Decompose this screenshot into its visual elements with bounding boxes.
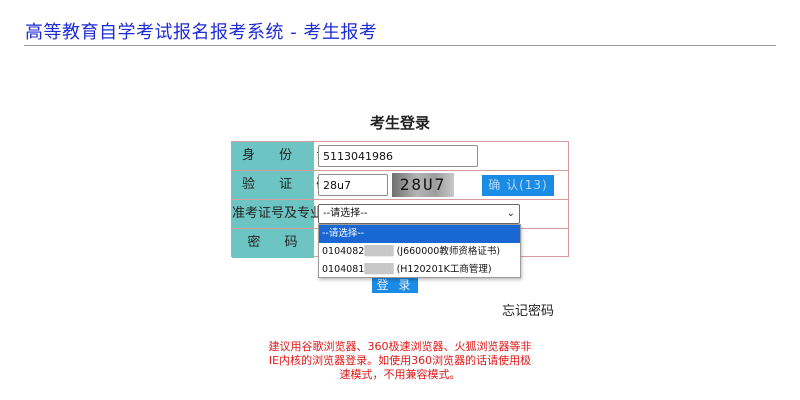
- dropdown-option[interactable]: 0104082████ (J660000教师资格证书): [319, 243, 520, 261]
- id-label: 身 份 证: [232, 142, 329, 170]
- option-major: (H120201K工商管理): [396, 264, 492, 275]
- cert-dropdown-list: --请选择-- 0104082████ (J660000教师资格证书) 0104…: [318, 224, 521, 278]
- id-row: 身 份 证: [232, 142, 568, 171]
- option-number: 0104081: [322, 264, 365, 275]
- id-card-input[interactable]: [318, 145, 478, 167]
- browser-notice: 建议用谷歌浏览器、360极速浏览器、火狐浏览器等非IE内核的浏览器登录。如使用3…: [268, 340, 532, 381]
- code-label: 验 证 码: [232, 171, 329, 199]
- cert-select[interactable]: --请选择-- ⌄: [318, 204, 520, 224]
- option-text: --请选择--: [322, 228, 365, 239]
- chevron-down-icon: ⌄: [506, 208, 515, 219]
- page-root: 高等教育自学考试报名报考系统 - 考生报考 考生登录 身 份 证 验 证 码 2…: [0, 0, 800, 400]
- login-title: 考生登录: [369, 114, 430, 132]
- cert-label: 准考证号及专业: [232, 200, 323, 228]
- option-number: 0104082: [322, 246, 365, 257]
- option-major: (J660000教师资格证书): [396, 246, 501, 257]
- confirm-button[interactable]: 确 认(13): [482, 175, 554, 196]
- forgot-password-link[interactable]: 忘记密码: [502, 300, 554, 319]
- verification-code-input[interactable]: [318, 174, 388, 196]
- dropdown-option[interactable]: --请选择--: [319, 225, 520, 243]
- page-title: 高等教育自学考试报名报考系统 - 考生报考: [25, 22, 378, 43]
- captcha-image[interactable]: 28U7: [392, 173, 454, 197]
- code-row: 验 证 码 28U7 确 认(13): [232, 171, 568, 200]
- dropdown-option[interactable]: 0104081████ (H120201K工商管理): [319, 261, 520, 279]
- header-divider: [24, 45, 776, 46]
- password-label: 密 码: [232, 229, 314, 258]
- login-button[interactable]: 登 录: [372, 278, 418, 293]
- cert-select-value: --请选择--: [323, 208, 368, 219]
